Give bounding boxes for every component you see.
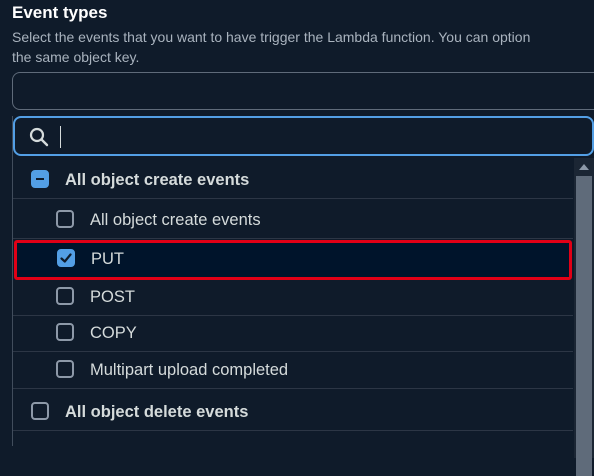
option-label: Multipart upload completed	[90, 361, 289, 379]
description-line-1: Select the events that you want to have …	[12, 29, 531, 45]
option-post[interactable]: POST	[13, 279, 573, 316]
option-group-all-object-create-events[interactable]: All object create events	[13, 162, 573, 199]
indeterminate-checkbox[interactable]	[31, 170, 49, 188]
checkbox[interactable]	[56, 287, 74, 305]
dropdown-scrollbar[interactable]	[574, 158, 594, 476]
event-types-select[interactable]	[12, 72, 594, 110]
option-multipart-upload-completed[interactable]: Multipart upload completed	[13, 352, 573, 389]
chevron-up-icon[interactable]	[579, 164, 589, 170]
option-label: COPY	[90, 324, 137, 342]
text-cursor	[60, 126, 61, 148]
option-all-object-create-events[interactable]: All object create events	[13, 202, 573, 239]
description-line-2: the same object key.	[12, 49, 140, 65]
checkbox[interactable]	[31, 402, 49, 420]
event-types-dropdown: All object create events All object crea…	[12, 116, 594, 476]
search-field[interactable]	[13, 116, 594, 156]
option-label: POST	[90, 288, 135, 306]
option-label: All object create events	[90, 211, 261, 229]
checkbox[interactable]	[56, 323, 74, 341]
option-group-all-object-delete-events[interactable]: All object delete events	[13, 394, 573, 431]
option-label: PUT	[91, 250, 124, 268]
checkbox-checked[interactable]	[57, 249, 75, 267]
option-label: All object delete events	[65, 403, 249, 421]
option-copy[interactable]: COPY	[13, 315, 573, 352]
option-label: All object create events	[65, 171, 250, 189]
checkbox[interactable]	[56, 360, 74, 378]
checkbox[interactable]	[56, 210, 74, 228]
scrollbar-thumb[interactable]	[576, 176, 592, 476]
section-title: Event types	[12, 3, 108, 22]
option-put[interactable]: PUT	[14, 240, 572, 280]
section-description: Select the events that you want to have …	[12, 27, 594, 67]
checkmark-icon	[60, 253, 72, 263]
search-icon	[29, 127, 49, 147]
